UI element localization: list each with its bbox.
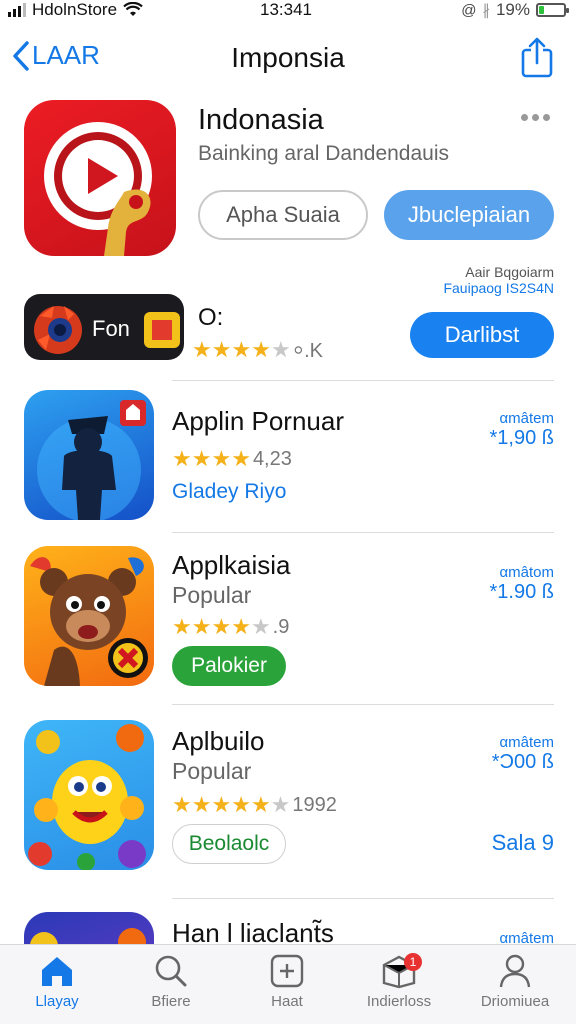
tab-label: Driomiuea — [480, 993, 550, 1010]
price-label: αmâtom — [499, 564, 554, 581]
person-icon — [499, 954, 531, 988]
featured-app-icon[interactable] — [24, 100, 176, 256]
share-icon — [521, 37, 553, 78]
price-label: αmâtem — [499, 734, 554, 751]
app-name: Applkaisia — [172, 550, 291, 580]
star-icon: ★ — [270, 336, 291, 362]
share-button[interactable] — [520, 36, 554, 83]
list-item: Fon O: ★ ★ ★ ★ ★ ⸰.K Darlibst — [0, 290, 576, 370]
more-options-button[interactable] — [521, 114, 550, 121]
app-category: Popular — [172, 758, 252, 784]
star-icon: ★ — [231, 336, 252, 362]
divider — [172, 898, 554, 899]
price-block[interactable]: αmâtom *1.90 ß — [490, 564, 554, 604]
battery-icon — [536, 3, 569, 17]
bear-character-icon — [30, 557, 148, 686]
play-logo-icon — [44, 122, 152, 256]
app-name: Han l liaclant̃s — [172, 918, 334, 944]
app-icon[interactable] — [24, 912, 154, 944]
divider — [172, 532, 554, 533]
rating-stars: ★ ★ ★ ★ ★ .9 — [172, 614, 290, 639]
carrier-label: HdolnStore — [32, 0, 118, 19]
tab-search[interactable]: Bfiere — [116, 953, 226, 1010]
banner-text: Fon — [92, 316, 130, 341]
featured-meta-line1: Aair Bqgoiarm — [465, 264, 554, 280]
featured-secondary-button[interactable]: Apha Suaia — [198, 190, 368, 240]
status-bar: HdolnStore 13:341 @ ∦ 19% — [0, 0, 576, 22]
price-value: *1,90 ß — [489, 427, 554, 449]
signal-icon — [8, 3, 26, 17]
tab-add[interactable]: Haat — [232, 953, 342, 1010]
app-name: Aplbuilo — [172, 726, 265, 756]
app-category: Popular — [172, 582, 252, 608]
divider — [172, 704, 554, 705]
game-banner-icon: Fon — [34, 306, 180, 354]
app-name: Applin Pornuar — [172, 406, 344, 436]
star-icon: ★ — [211, 336, 232, 362]
hero-character-icon — [37, 400, 146, 520]
star-icon: ★ — [192, 336, 212, 362]
tab-label: Llayay — [35, 993, 79, 1010]
app-action-button[interactable]: Palokier — [172, 646, 286, 686]
clock: 13:341 — [260, 0, 312, 19]
rating-stars: ★ ★ ★ ★ ★ ⸰.K — [192, 336, 323, 363]
featured-primary-button[interactable]: Jbuclepiaian — [384, 190, 554, 240]
star-icon: ★ — [251, 336, 271, 362]
home-icon — [42, 957, 72, 986]
list-item[interactable]: Han l liaclant̃s αmâtem — [0, 910, 576, 944]
featured-app: Indonasia Bainking aral Dandendauis Apha… — [0, 96, 576, 266]
banner-app-icon[interactable]: Fon — [24, 294, 184, 360]
bluetooth-icon: ∦ — [482, 2, 490, 19]
divider — [172, 380, 554, 381]
rating-stars: ★ ★ ★ ★ 4,23 — [172, 446, 292, 471]
featured-app-subtitle: Bainking aral Dandendauis — [198, 142, 450, 165]
developer-link[interactable]: Gladey Riyo — [172, 480, 286, 504]
price-block[interactable]: αmâtem *1,90 ß — [490, 410, 554, 450]
rating-stars: ★ ★ ★ ★ ★ ★ 1992 — [172, 792, 337, 817]
navigation-bar: LAAR Imponsia — [0, 30, 576, 86]
app-icon[interactable] — [24, 546, 154, 686]
sale-label[interactable]: Sala 9 — [492, 830, 554, 856]
plus-box-icon — [270, 954, 304, 988]
tab-label: Haat — [271, 993, 303, 1010]
price-label: αmâtem — [499, 410, 554, 427]
search-icon — [155, 955, 187, 987]
tab-bar: Llayay Bfiere Haat 1 Indierloss Driomiue… — [0, 944, 576, 1024]
game-icon — [30, 928, 146, 944]
tab-label: Bfiere — [151, 993, 191, 1010]
rating-count: ⸰.K — [292, 340, 324, 362]
monster-character-icon — [28, 724, 146, 870]
app-icon[interactable] — [24, 390, 154, 520]
notification-badge: 1 — [404, 953, 422, 971]
app-action-button[interactable]: Beolaolc — [172, 824, 286, 864]
tab-label: Indierloss — [366, 993, 432, 1010]
rating-count: 4,23 — [252, 447, 292, 470]
tab-profile[interactable]: Driomiuea — [460, 953, 570, 1010]
wifi-icon — [123, 2, 143, 16]
tab-home[interactable]: Llayay — [2, 953, 112, 1010]
tab-updates[interactable]: 1 Indierloss — [344, 953, 454, 1010]
price-value: *1.90 ß — [489, 581, 554, 603]
list-item[interactable]: Applin Pornuar ★ ★ ★ ★ 4,23 Gladey Riyo αmâ… — [0, 390, 576, 530]
featured-app-title: Indonasia — [198, 104, 324, 136]
price-block[interactable]: αmâtem *Ɔ00 ß — [492, 734, 554, 774]
battery-percent: 19% — [495, 0, 530, 19]
price-block[interactable]: αmâtem — [499, 930, 554, 944]
rating-count: .9 — [272, 615, 290, 638]
price-label: αmâtem — [499, 930, 554, 944]
location-icon: @ — [461, 1, 477, 19]
page-title: Imponsia — [231, 42, 345, 73]
list-item[interactable]: Aplbuilo Popular ★ ★ ★ ★ ★ ★ 1992 Beolaolc αm… — [0, 720, 576, 880]
get-button[interactable]: Darlibst — [410, 312, 554, 358]
rating-count: 1992 — [292, 793, 337, 816]
price-value: *Ɔ00 ß — [491, 751, 554, 773]
list-item[interactable]: Applkaisia Popular ★ ★ ★ ★ ★ .9 Palokier αmâ… — [0, 546, 576, 696]
app-name: O: — [198, 304, 224, 331]
app-icon[interactable] — [24, 720, 154, 870]
